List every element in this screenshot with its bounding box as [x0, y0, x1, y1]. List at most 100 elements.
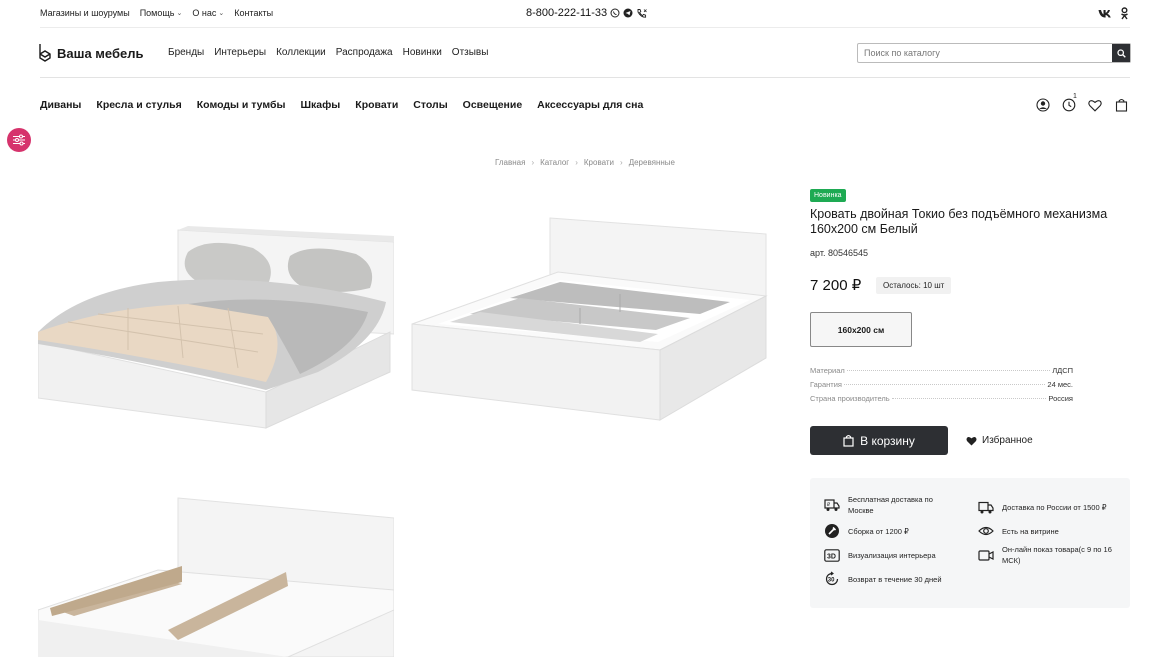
category-chairs[interactable]: Кресла и стулья — [96, 99, 181, 111]
top-links: Магазины и шоурумы Помощь ⌄ О нас ⌄ Контак… — [40, 8, 273, 18]
perks-panel: ₽ Бесплатная доставка по Москве Доставка… — [810, 478, 1130, 608]
nav-item-brands[interactable]: Бренды — [168, 47, 204, 58]
nav-item-sale[interactable]: Распродажа — [336, 47, 393, 58]
chevron-right-icon: › — [531, 158, 535, 167]
product-title: Кровать двойная Токио без подъёмного мех… — [810, 207, 1108, 236]
spec-name: Материал — [810, 366, 845, 375]
product-image-main[interactable] — [38, 222, 394, 432]
perk-item: Он-лайн показ товара(с 9 по 16 МСК) — [978, 544, 1123, 566]
breadcrumb: Главная › Каталог › Кровати › Деревянные — [495, 158, 675, 167]
search-icon — [1116, 48, 1126, 58]
top-link-stores[interactable]: Магазины и шоурумы — [40, 8, 130, 18]
account-icon[interactable] — [1035, 97, 1051, 113]
chevron-right-icon: › — [620, 158, 623, 167]
perk-text: Сборка от 1200 ₽ — [848, 526, 909, 536]
perk-text: Доставка по России от 1500 ₽ — [1002, 502, 1107, 512]
category-tables[interactable]: Столы — [413, 99, 447, 111]
perk-item: Есть на витрине — [978, 523, 1123, 539]
logo-mark-icon — [37, 42, 53, 64]
perk-item: Сборка от 1200 ₽ — [824, 523, 954, 539]
product-sku: арт. 80546545 — [810, 248, 868, 258]
sliders-icon — [12, 134, 26, 146]
size-option-button[interactable]: 160x200 см — [810, 312, 912, 347]
category-dressers[interactable]: Комоды и тумбы — [197, 99, 286, 111]
category-beds[interactable]: Кровати — [355, 99, 398, 111]
top-link-about[interactable]: О нас ⌄ — [192, 8, 224, 18]
top-link-contacts[interactable]: Контакты — [234, 8, 273, 18]
perk-text: Возврат в течение 30 дней — [848, 574, 942, 584]
phone-call-icon[interactable] — [636, 8, 648, 19]
spec-name: Гарантия — [810, 380, 842, 389]
vk-icon[interactable] — [1098, 9, 1112, 18]
nav-item-collections[interactable]: Коллекции — [276, 47, 326, 58]
spec-leader — [846, 370, 1051, 371]
perk-text: Есть на витрине — [1002, 526, 1059, 536]
product-image-frame[interactable] — [410, 212, 768, 424]
nav-item-new[interactable]: Новинки — [403, 47, 442, 58]
whatsapp-icon[interactable] — [610, 8, 620, 18]
site-logo[interactable]: Ваша мебель — [37, 42, 143, 64]
spec-row: Страна производитель Россия — [810, 394, 1073, 408]
eye-icon — [978, 523, 994, 539]
add-to-cart-label: В корзину — [860, 433, 915, 448]
perk-item: Доставка по России от 1500 ₽ — [978, 499, 1123, 515]
spec-list: Материал ЛДСП Гарантия 24 мес. Страна пр… — [810, 366, 1073, 408]
spec-leader — [891, 398, 1047, 399]
search-button[interactable] — [1112, 44, 1130, 62]
favorites-label: Избранное — [982, 435, 1033, 446]
spec-row: Гарантия 24 мес. — [810, 380, 1073, 394]
video-icon — [978, 547, 994, 563]
add-to-cart-button[interactable]: В корзину — [810, 426, 948, 455]
perk-item: 3D Визуализация интерьера — [824, 547, 954, 563]
category-lighting[interactable]: Освещение — [463, 99, 523, 111]
stock-badge: Осталось: 10 шт — [876, 277, 952, 294]
search-bar — [857, 43, 1131, 63]
filter-settings-button[interactable] — [7, 128, 31, 152]
odnoklassniki-icon[interactable] — [1120, 7, 1129, 20]
spec-value: Россия — [1048, 394, 1073, 403]
spec-row: Материал ЛДСП — [810, 366, 1073, 380]
top-link-label: О нас — [192, 8, 217, 18]
product-image-slats[interactable] — [38, 490, 394, 657]
chevron-right-icon: › — [575, 158, 578, 167]
favorites-heart-icon[interactable] — [1087, 97, 1103, 113]
svg-text:30: 30 — [828, 578, 835, 584]
spec-name: Страна производитель — [810, 394, 890, 403]
social-links — [1098, 7, 1129, 20]
history-icon[interactable]: 1 — [1061, 93, 1077, 113]
breadcrumb-item[interactable]: Каталог — [540, 158, 569, 167]
new-badge: Новинка — [810, 189, 846, 202]
spec-value: 24 мес. — [1047, 380, 1073, 389]
breadcrumb-item[interactable]: Главная — [495, 158, 525, 167]
nav-item-reviews[interactable]: Отзывы — [452, 47, 489, 58]
add-to-favorites-button[interactable]: Избранное — [966, 435, 1033, 446]
product-price: 7 200 ₽ — [810, 277, 862, 294]
category-wardrobes[interactable]: Шкафы — [300, 99, 340, 111]
logo-text: Ваша мебель — [57, 45, 144, 61]
free-delivery-icon: ₽ — [824, 497, 840, 513]
cart-bag-icon[interactable] — [1113, 97, 1129, 113]
spec-leader — [843, 384, 1046, 385]
phone-block: 8-800-222-11-33 — [526, 7, 648, 19]
main-nav: Бренды Интерьеры Коллекции Распродажа Но… — [168, 47, 488, 58]
cart-bag-icon — [843, 434, 854, 447]
category-sleep-accessories[interactable]: Аксессуары для сна — [537, 99, 643, 111]
heart-icon — [966, 436, 977, 446]
category-sofas[interactable]: Диваны — [40, 99, 81, 111]
phone-number[interactable]: 8-800-222-11-33 — [526, 7, 607, 19]
top-link-help[interactable]: Помощь ⌄ — [140, 8, 183, 18]
top-divider — [40, 27, 1130, 28]
telegram-icon[interactable] — [623, 8, 633, 18]
perk-text: Он-лайн показ товара(с 9 по 16 МСК) — [1002, 545, 1112, 565]
svg-text:₽: ₽ — [827, 502, 831, 508]
top-link-label: Контакты — [234, 8, 274, 18]
top-link-label: Помощь — [139, 8, 175, 18]
search-input[interactable] — [858, 44, 1112, 62]
header-divider — [40, 77, 1130, 78]
assembly-icon — [824, 523, 840, 539]
nav-item-interiors[interactable]: Интерьеры — [214, 47, 266, 58]
perk-text: Визуализация интерьера — [848, 550, 936, 560]
spec-value: ЛДСП — [1052, 366, 1073, 375]
breadcrumb-item[interactable]: Кровати — [584, 158, 614, 167]
breadcrumb-item[interactable]: Деревянные — [629, 158, 675, 167]
